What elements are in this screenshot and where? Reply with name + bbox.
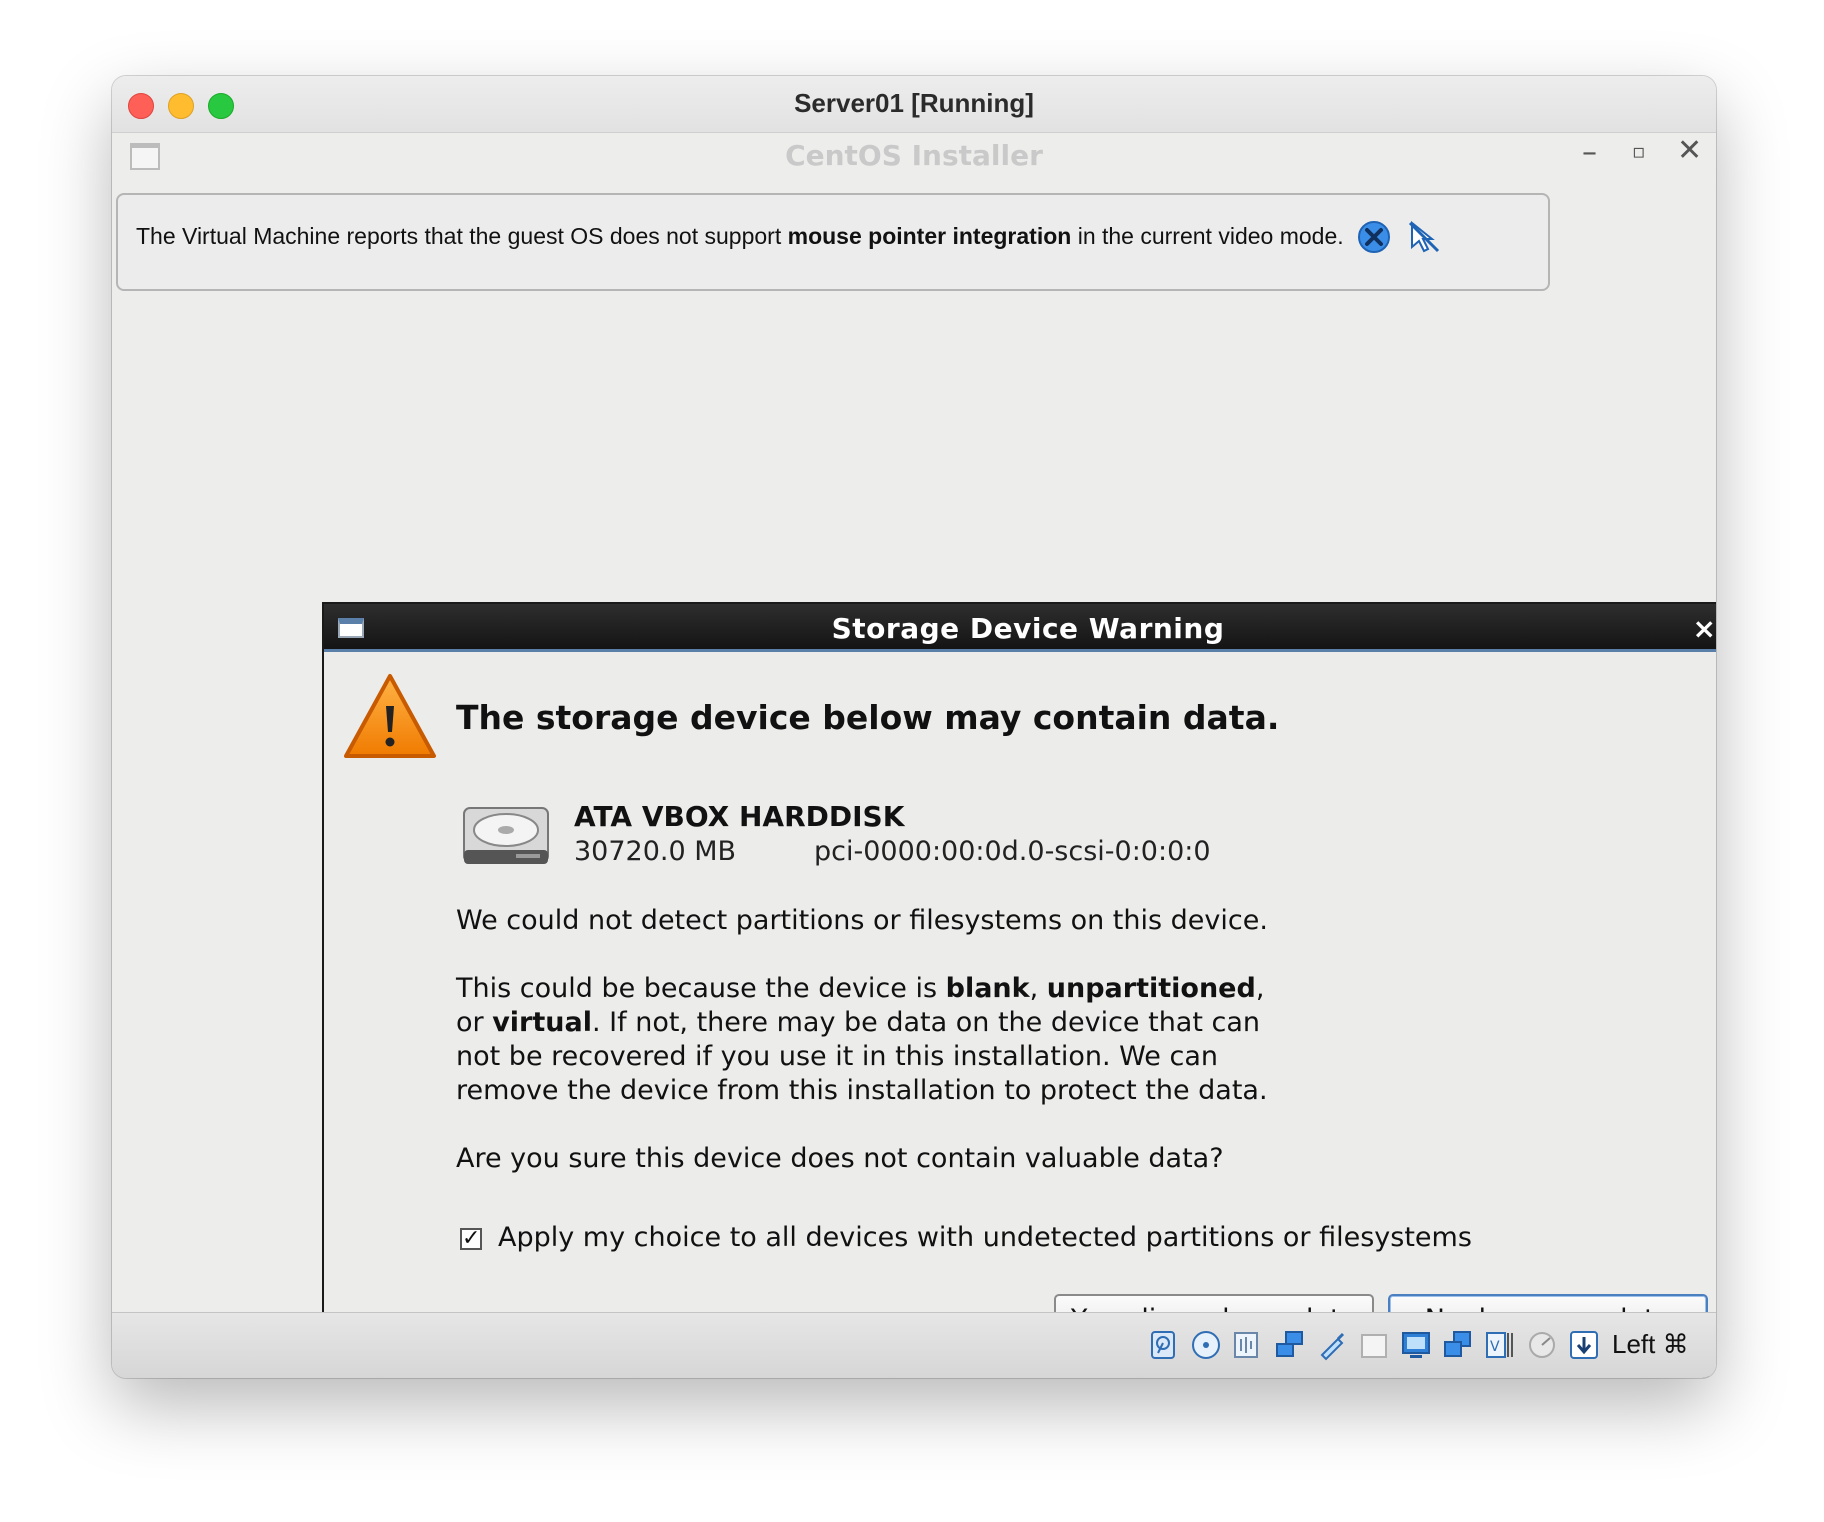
apply-all-checkbox[interactable]: ✓ — [460, 1228, 482, 1250]
video-capture-icon[interactable] — [1442, 1329, 1474, 1361]
shared-folders-icon[interactable] — [1358, 1329, 1390, 1361]
network-icon[interactable] — [1274, 1329, 1306, 1361]
close-notice-icon[interactable] — [1354, 217, 1394, 257]
svg-text:V: V — [1490, 1339, 1500, 1355]
display-icon[interactable] — [1400, 1329, 1432, 1361]
device-name: ATA VBOX HARDDISK — [574, 800, 905, 833]
hard-disk-icon[interactable] — [1148, 1329, 1180, 1361]
explanation-text: This could be because the device is blan… — [456, 973, 1268, 1106]
no-partitions-text: We could not detect partitions or filesy… — [456, 905, 1268, 936]
installer-close-button[interactable]: ✕ — [1677, 133, 1702, 168]
optical-drive-icon[interactable] — [1190, 1329, 1222, 1361]
vm-status-bar: V Left ⌘ — [112, 1312, 1716, 1378]
confirm-question: Are you sure this device does not contai… — [456, 1143, 1224, 1174]
window-titlebar: Server01 [Running] — [112, 76, 1716, 133]
storage-warning-dialog: Storage Device Warning × The storage dev… — [322, 602, 1716, 1378]
vm-window: Server01 [Running] CentOS Installer – ▫ … — [112, 76, 1716, 1378]
device-path: pci-0000:00:0d.0-scsi-0:0:0:0 — [814, 836, 1211, 867]
installer-minimize-button[interactable]: – — [1582, 135, 1597, 170]
installer-title: CentOS Installer — [785, 139, 1043, 172]
dialog-titlebar: Storage Device Warning × — [324, 604, 1716, 652]
notice-text: The Virtual Machine reports that the gue… — [136, 223, 1344, 249]
keyboard-capture-icon[interactable] — [1568, 1329, 1600, 1361]
hard-disk-icon — [460, 800, 552, 870]
window-title: Server01 [Running] — [794, 88, 1034, 118]
cpu-icon[interactable] — [1526, 1329, 1558, 1361]
warning-icon — [342, 672, 438, 764]
device-size: 30720.0 MB — [574, 836, 737, 867]
apply-all-label[interactable]: Apply my choice to all devices with unde… — [498, 1222, 1472, 1253]
guest-screen[interactable]: CentOS Installer – ▫ ✕ The Virtual Machi… — [112, 133, 1716, 1378]
dialog-title: Storage Device Warning — [831, 612, 1225, 645]
dialog-close-button[interactable]: × — [1693, 612, 1716, 645]
mouse-integration-notice: The Virtual Machine reports that the gue… — [116, 193, 1550, 291]
mouse-integration-off-icon[interactable] — [1404, 217, 1444, 257]
virtualbox-icon[interactable]: V — [1484, 1329, 1516, 1361]
dialog-heading: The storage device below may contain dat… — [456, 698, 1280, 737]
audio-icon[interactable] — [1232, 1329, 1264, 1361]
host-key-label: Left ⌘ — [1612, 1329, 1689, 1359]
usb-icon[interactable] — [1316, 1329, 1348, 1361]
installer-maximize-button[interactable]: ▫ — [1632, 139, 1646, 163]
